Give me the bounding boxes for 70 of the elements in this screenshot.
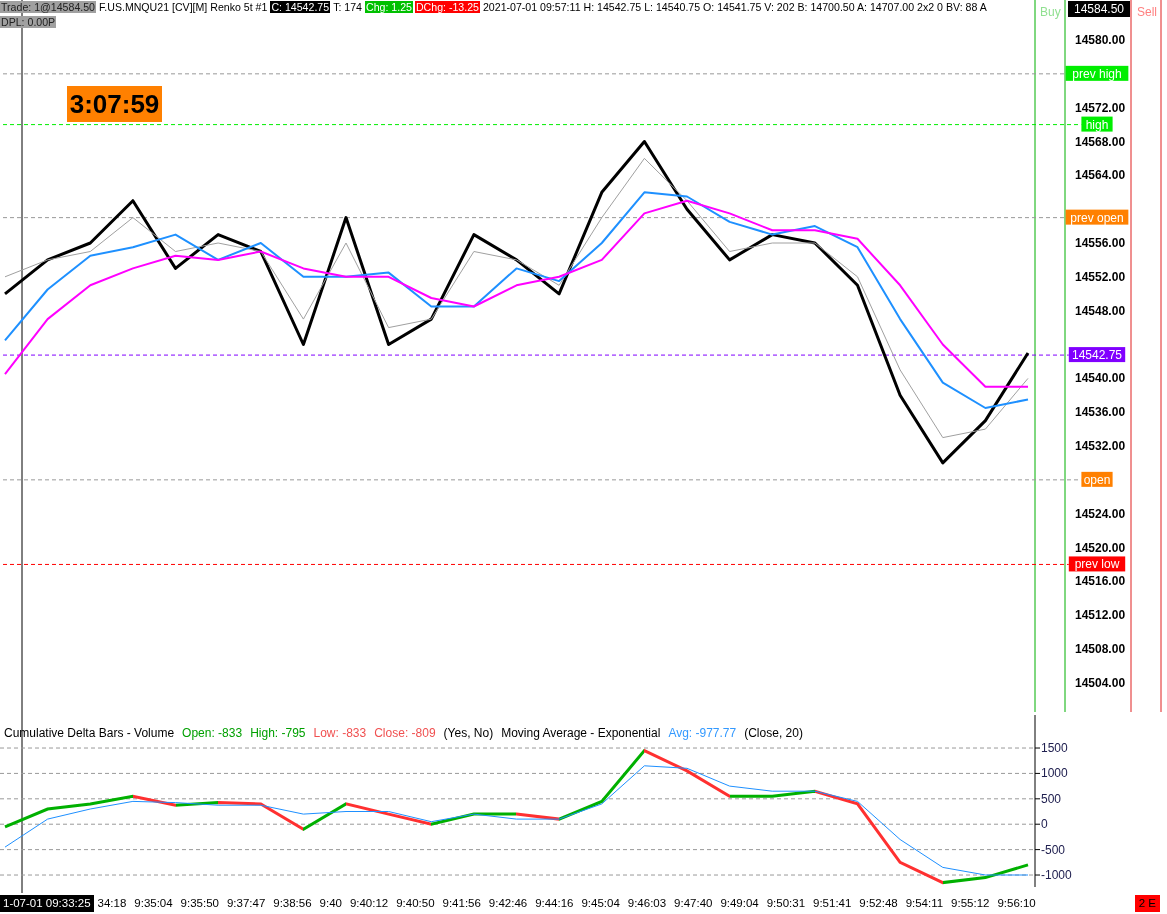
price-axis-label: 14508.00 — [1075, 642, 1126, 656]
price-tag-label: open — [1083, 472, 1111, 487]
time-axis-label: 9:35:04 — [134, 895, 173, 911]
price-tag-label: 14542.75 — [1071, 348, 1123, 363]
time-axis-label: 9:40:50 — [396, 895, 435, 911]
price-tag-label: high — [1085, 117, 1109, 132]
price-axis-label: 14580.00 — [1075, 33, 1126, 47]
time-axis-label: 9:42:46 — [488, 895, 528, 911]
delta-axis-label: 1000 — [1041, 766, 1068, 781]
study-info-text: High: -795 — [250, 726, 306, 740]
quote-info-text: DChg: -13.25 — [414, 1, 480, 13]
time-axis-label: 9:41:56 — [442, 895, 481, 911]
price-axis-label: 14556.00 — [1075, 236, 1126, 250]
quote-info-text: 2021-07-01 09:57:11 H: 14542.75 L: 14540.75 O: 14541.75 V: 202 B: 14700.50 A: 14707.00 2x2 0 BV: 88 A — [481, 1, 988, 13]
delta-axis-label: 0 — [1041, 817, 1048, 832]
time-axis-label: 9:47:40 — [674, 895, 713, 911]
price-axis-label: 14568.00 — [1075, 134, 1126, 149]
price-axis-label: 14540.00 — [1075, 371, 1126, 386]
delta-axis-label: -500 — [1041, 842, 1066, 857]
study-info-text: (Yes, No) — [443, 726, 494, 740]
study-info-text: Avg: -977.77 — [668, 726, 737, 740]
study-info-text: Close: -809 — [374, 726, 436, 740]
quote-info-text: Trade: 1@14584.50 — [0, 1, 96, 13]
error-badge: 2 E — [1134, 895, 1160, 912]
time-axis-label: 34:18 — [97, 895, 127, 911]
time-axis-label: 9:40:12 — [349, 895, 389, 911]
time-axis-label: 9:56:10 — [997, 895, 1036, 911]
quote-info-text: Chg: 1.25 — [365, 1, 413, 13]
price-axis-label: 14548.00 — [1075, 303, 1126, 318]
price-axis-label: 14512.00 — [1075, 608, 1126, 623]
price-axis-label: 14504.00 — [1075, 675, 1126, 690]
time-axis-label: 9:40 — [319, 895, 342, 911]
last-trade-price-tag: 14584.50 — [1068, 1, 1130, 17]
price-axis-label: 14524.00 — [1075, 506, 1126, 521]
price-axis-label: 14564.00 — [1075, 168, 1126, 183]
study-info-text: Open: -833 — [182, 726, 243, 740]
price-tag-label: prev open — [1070, 210, 1124, 225]
price-axis-label: 14552.00 — [1075, 269, 1126, 284]
countdown-timer: 3:07:59 — [67, 86, 162, 122]
price-tag-label: prev low — [1074, 557, 1120, 572]
time-axis-label: 9:44:16 — [535, 895, 574, 911]
delta-axis-label: 1500 — [1041, 741, 1068, 755]
price-axis-label: 14516.00 — [1075, 574, 1126, 589]
delta-axis-label: -1000 — [1041, 868, 1072, 882]
quote-info-text: C: 14542.75 — [270, 1, 331, 13]
study-info-text: Low: -833 — [313, 726, 367, 740]
price-tag-label: prev high — [1072, 66, 1122, 81]
study-info-text: Moving Average - Exponential — [501, 726, 661, 740]
study-info-text: Cumulative Delta Bars - Volume — [4, 726, 175, 740]
time-axis-label: 9:55:12 — [951, 895, 990, 911]
time-axis-label: 9:51:41 — [813, 895, 852, 911]
time-axis-label: 9:54:11 — [905, 895, 944, 911]
time-axis-label: 9:45:04 — [581, 895, 620, 911]
time-axis-label: 9:52:48 — [859, 895, 898, 911]
price-axis-label: 14520.00 — [1075, 540, 1126, 555]
quote-info-text: DPL: 0.00P — [0, 16, 57, 28]
quote-info-text: T: 174 — [332, 1, 363, 13]
cursor-time-label: 1-07-01 09:33:25 — [0, 895, 94, 912]
time-axis-label: 9:46:03 — [627, 895, 667, 911]
time-axis-label: 9:50:31 — [766, 895, 806, 911]
price-axis-label: 14536.00 — [1075, 405, 1126, 420]
price-axis-label: 14572.00 — [1075, 100, 1126, 115]
time-axis-label: 9:49:04 — [720, 895, 759, 911]
delta-axis-label: 500 — [1041, 791, 1062, 806]
study-info-text: (Close, 20) — [744, 726, 803, 740]
quote-info-text: F.US.MNQU21 [CV][M] Renko 5t #1 — [98, 1, 269, 13]
price-axis-label: 14532.00 — [1075, 439, 1126, 453]
time-axis-label: 9:38:56 — [273, 895, 312, 911]
time-axis-label: 9:35:50 — [180, 895, 219, 911]
time-axis-label: 9:37:47 — [226, 895, 266, 911]
